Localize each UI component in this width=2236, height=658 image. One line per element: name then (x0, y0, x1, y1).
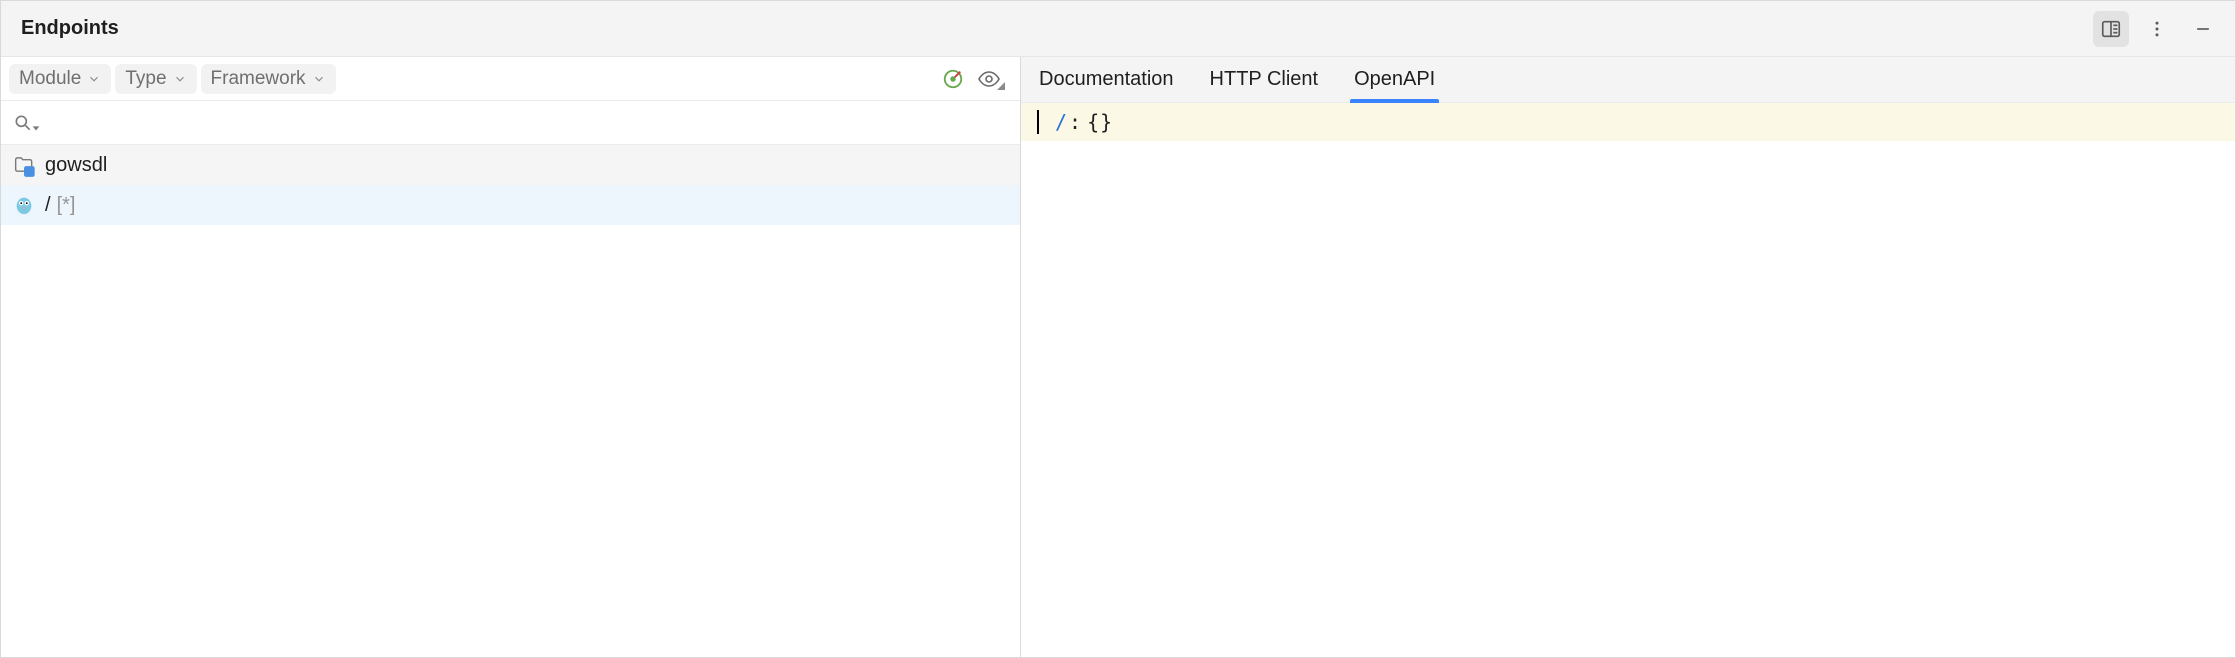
chevron-down-icon (87, 72, 101, 86)
filter-module-label: Module (19, 68, 81, 90)
right-pane: Documentation HTTP Client OpenAPI / : {} (1021, 57, 2235, 657)
left-pane: Module Type Framework (1, 57, 1021, 657)
filter-module-dropdown[interactable]: Module (9, 64, 111, 94)
endpoints-tool-window: Endpoints (0, 0, 2236, 658)
module-group-label: gowsdl (45, 154, 107, 177)
tab-openapi[interactable]: OpenAPI (1350, 57, 1439, 102)
chevron-down-icon (173, 72, 187, 86)
tool-window-title: Endpoints (21, 17, 119, 40)
tab-openapi-label: OpenAPI (1354, 68, 1435, 91)
openapi-icon (942, 68, 964, 90)
titlebar: Endpoints (1, 1, 2235, 57)
filter-type-label: Type (125, 68, 166, 90)
chevron-down-icon (31, 123, 41, 133)
layout-split-icon (2100, 18, 2122, 40)
configure-openapi-button[interactable] (936, 62, 970, 96)
openapi-editor[interactable]: / : {} (1021, 103, 2235, 657)
kebab-icon (2147, 19, 2167, 39)
minimize-tool-window-button[interactable] (2185, 11, 2221, 47)
module-group-row[interactable]: gowsdl (1, 145, 1020, 185)
tab-http-client-label: HTTP Client (1210, 68, 1319, 91)
chevron-down-icon (312, 72, 326, 86)
openapi-body: {} (1087, 110, 1113, 134)
body-split: Module Type Framework (1, 57, 2235, 657)
titlebar-actions (2093, 11, 2221, 47)
endpoint-methods: [*] (57, 194, 76, 217)
openapi-path-key: / (1055, 110, 1067, 134)
filter-bar: Module Type Framework (1, 57, 1020, 101)
expand-corner-icon (997, 82, 1005, 90)
more-options-button[interactable] (2139, 11, 2175, 47)
search-input[interactable] (47, 112, 1008, 134)
endpoint-path: / (45, 194, 51, 217)
minimize-icon (2193, 19, 2213, 39)
module-folder-icon (13, 154, 35, 176)
filter-framework-dropdown[interactable]: Framework (201, 64, 336, 94)
text-caret (1037, 110, 1039, 134)
tab-documentation-label: Documentation (1039, 68, 1174, 91)
endpoint-tree: gowsdl / [*] (1, 145, 1020, 657)
show-hidden-button[interactable] (974, 62, 1008, 96)
tab-documentation[interactable]: Documentation (1035, 57, 1178, 102)
filter-framework-label: Framework (211, 68, 306, 90)
endpoint-row[interactable]: / [*] (1, 185, 1020, 225)
toggle-details-pane-button[interactable] (2093, 11, 2129, 47)
openapi-code-line: / : {} (1021, 103, 2235, 141)
openapi-colon: : (1069, 110, 1081, 134)
filter-type-dropdown[interactable]: Type (115, 64, 196, 94)
tab-http-client[interactable]: HTTP Client (1206, 57, 1323, 102)
search-row[interactable] (1, 101, 1020, 145)
search-icon (13, 113, 33, 133)
go-gopher-icon (13, 194, 35, 216)
detail-tabs: Documentation HTTP Client OpenAPI (1021, 57, 2235, 103)
